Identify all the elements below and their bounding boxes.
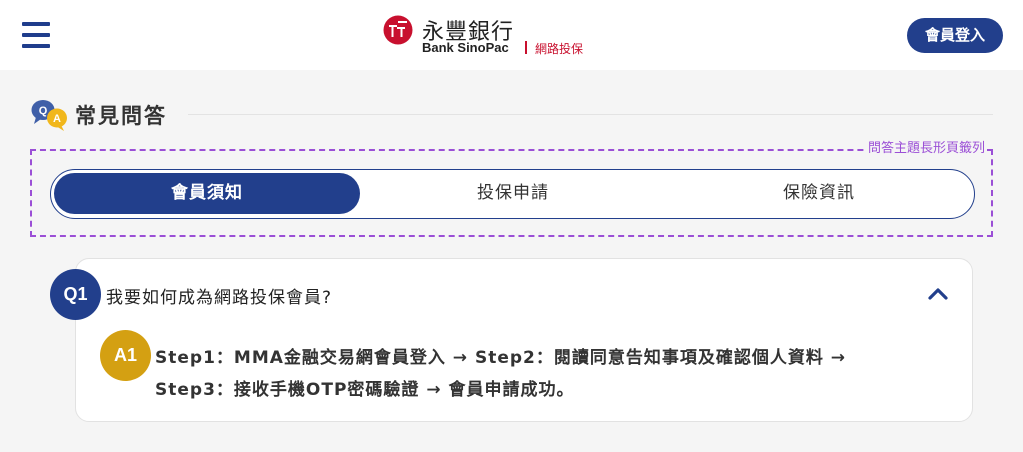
faq-answer-line: Step1：MMA金融交易網會員登入 → Step2：閱讀同意告知事項及確認個人… [155,348,847,368]
logo-subtitle: 網路投保 [535,42,584,56]
sinopac-logo-icon [383,15,413,45]
faq-answer-line: Step3：接收手機OTP密碼驗證 → 會員申請成功。 [155,380,575,400]
chevron-up-icon[interactable] [927,284,949,302]
svg-text:A: A [53,113,61,125]
qa-chat-icon: Q A [31,100,67,131]
faq-topic-tabs: 會員須知 投保申請 保險資訊 [50,169,975,219]
faq-title: 常見問答 [75,104,167,128]
site-header: 永豐銀行 Bank SinoPac 網路投保 會員登入 [0,0,1023,70]
title-divider [188,114,993,115]
svg-text:Q: Q [39,105,48,117]
faq-question[interactable]: 我要如何成為網路投保會員? [106,283,332,308]
tab-insurance-info[interactable]: 保險資訊 [666,173,972,214]
faq-topic-tab-frame: 問答主題長形頁籤列 會員須知 投保申請 保險資訊 [30,140,993,237]
menu-bar [22,44,50,48]
tab-frame-label: 問答主題長形頁籤列 [865,140,987,158]
question-badge: Q1 [50,269,101,320]
tab-member-notice[interactable]: 會員須知 [54,173,360,214]
hamburger-menu-icon[interactable] [22,22,50,48]
faq-section-header: Q A 常見問答 [30,98,993,132]
answer-badge: A1 [100,330,151,381]
menu-bar [22,33,50,37]
member-login-button[interactable]: 會員登入 [907,18,1003,53]
logo-name-en: Bank SinoPac [422,40,509,55]
menu-bar [22,22,50,26]
logo-divider [525,41,527,54]
bank-logo[interactable]: 永豐銀行 Bank SinoPac 網路投保 [383,14,613,58]
tab-insurance-application[interactable]: 投保申請 [360,173,666,214]
